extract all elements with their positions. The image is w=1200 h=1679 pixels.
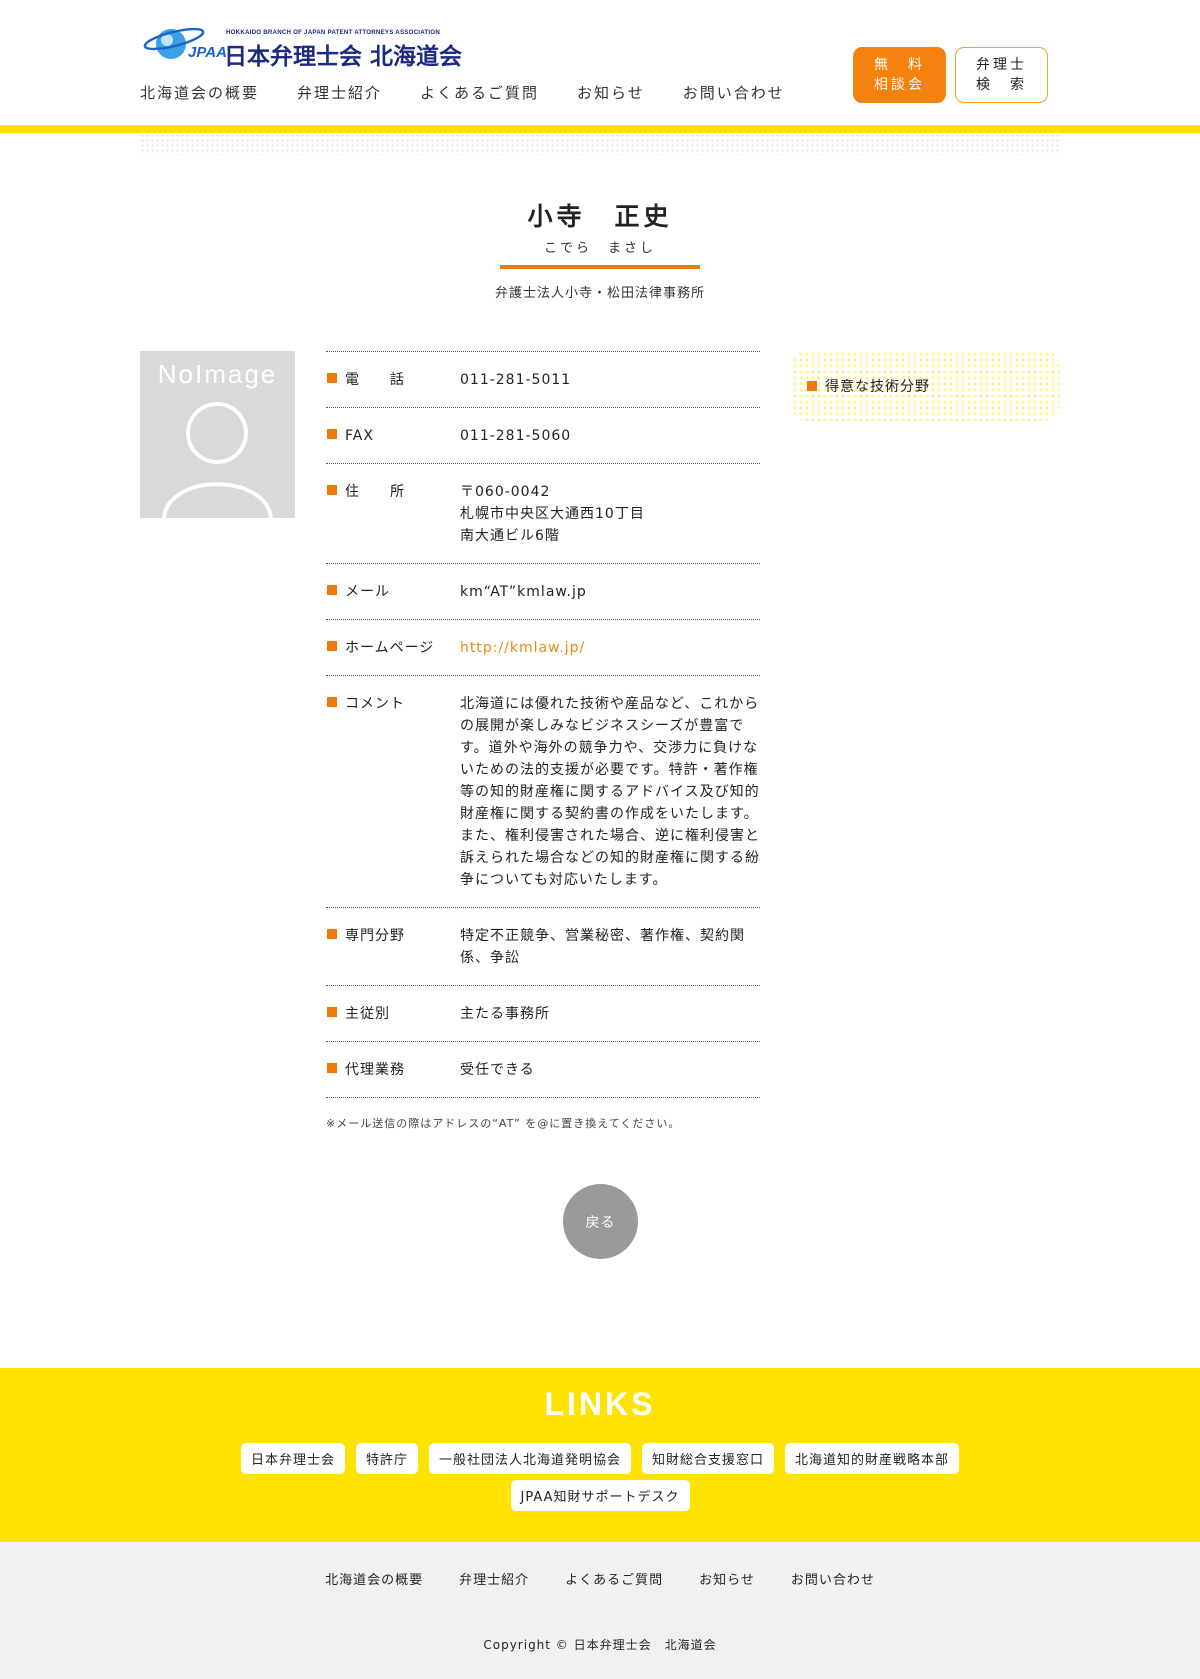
row-phone: 電 話 011-281-5011 [326,352,760,408]
row-homepage: ホームページ http://kmlaw.jp/ [326,620,760,676]
site-header: JPAA HOKKAIDO BRANCH OF JAPAN PATENT ATT… [0,0,1200,127]
row-office-type: 主従別 主たる事務所 [326,986,760,1042]
row-label-phone: 電 話 [345,372,405,388]
row-label-office-type: 主従別 [345,1006,390,1022]
row-fax: FAX 011-281-5060 [326,408,760,464]
page: JPAA HOKKAIDO BRANCH OF JAPAN PATENT ATT… [0,0,1200,1679]
link-ip-support-center[interactable]: 知財総合支援窓口 [642,1443,775,1474]
nav-contact[interactable]: お問い合わせ [683,82,785,103]
attorney-name: 小寺 正史 [527,202,673,231]
bullet-square-icon [327,929,337,939]
link-jpo[interactable]: 特許庁 [355,1443,418,1474]
logo-english-text: HOKKAIDO BRANCH OF JAPAN PATENT ATTORNEY… [226,29,440,36]
person-placeholder-icon [162,402,273,518]
bullet-square-icon [327,1063,337,1073]
site-logo[interactable]: JPAA HOKKAIDO BRANCH OF JAPAN PATENT ATT… [140,22,470,70]
footer-nav-contact[interactable]: お問い合わせ [791,1569,875,1588]
profile-info-table: 電 話 011-281-5011 FAX 011-281-5060 住 所 〒0… [326,351,760,1098]
dotted-band [140,133,1060,155]
specialty-value: 特定不正競争、営業秘密、著作権、契約関係、争訟 [460,928,745,966]
links-title: LINKS [544,1386,656,1422]
links-row-1: 日本弁理士会 特許庁 一般社団法人北海道発明協会 知財総合支援窓口 北海道知的財… [0,1443,1200,1474]
row-label-fax: FAX [345,428,374,444]
attorney-kana: こでら まさし [543,241,656,256]
footer-nav-news[interactable]: お知らせ [699,1569,755,1588]
row-label-homepage: ホームページ [345,640,435,656]
copyright: Copyright © 日本弁理士会 北海道会 [483,1638,717,1652]
bullet-square-icon [327,485,337,495]
link-jpaa[interactable]: 日本弁理士会 [240,1443,345,1474]
links-row-2: JPAA知財サポートデスク [0,1480,1200,1511]
office-type-value: 主たる事務所 [460,1006,550,1022]
agency-value: 受任できる [460,1062,535,1078]
links-section: LINKS 日本弁理士会 特許庁 一般社団法人北海道発明協会 知財総合支援窓口 … [0,1368,1200,1542]
bullet-square-icon [327,373,337,383]
email-note: ※メール送信の際はアドレスの“AT” を@に置き換えてください。 [326,1117,681,1130]
header-yellow-bar [0,125,1200,133]
title-underline [500,265,700,269]
logo-name-text: 日本弁理士会 北海道会 [224,44,463,70]
email-value: km“AT”kmlaw.jp [460,584,587,600]
technical-field-box: 得意な技術分野 [792,351,1060,421]
row-label-specialty: 専門分野 [345,928,405,944]
technical-field-title: 得意な技術分野 [825,379,930,395]
bullet-square-icon [327,697,337,707]
footer-nav-attorneys[interactable]: 弁理士紹介 [459,1569,529,1588]
footer-nav: 北海道会の概要 弁理士紹介 よくあるご質問 お知らせ お問い合わせ [0,1569,1200,1588]
row-email: メール km“AT”kmlaw.jp [326,564,760,620]
back-button[interactable]: 戻る [563,1184,638,1259]
homepage-link[interactable]: http://kmlaw.jp/ [460,640,585,656]
nav-faq[interactable]: よくあるご質問 [420,82,539,103]
row-label-comment: コメント [345,696,405,712]
link-hokkaido-ip-strategy[interactable]: 北海道知的財産戦略本部 [785,1443,960,1474]
link-jpaa-support-desk[interactable]: JPAA知財サポートデスク [510,1480,690,1511]
row-agency: 代理業務 受任できる [326,1042,760,1098]
nav-news[interactable]: お知らせ [577,82,645,103]
bullet-square-icon [807,381,817,391]
row-comment: コメント 北海道には優れた技術や産品など、これからの展開が楽しみなビジネスシーズ… [326,676,760,908]
bullet-square-icon [327,585,337,595]
row-label-email: メール [345,584,390,600]
row-address: 住 所 〒060-0042 札幌市中央区大通西10丁目 南大通ビル6階 [326,464,760,564]
row-specialty: 専門分野 特定不正競争、営業秘密、著作権、契約関係、争訟 [326,908,760,986]
free-consultation-button[interactable]: 無 料 相談会 [853,47,946,103]
logo-jpaa-text: JPAA [188,44,227,61]
main-nav: 北海道会の概要 弁理士紹介 よくあるご質問 お知らせ お問い合わせ [140,82,823,103]
attorney-search-button[interactable]: 弁理士 検 索 [955,47,1048,103]
office-name: 弁護士法人小寺・松田法律事務所 [494,286,705,301]
phone-value: 011-281-5011 [460,372,572,388]
comment-value: 北海道には優れた技術や産品など、これからの展開が楽しみなビジネスシーズが豊富です… [460,696,760,888]
bullet-square-icon [327,429,337,439]
nav-about[interactable]: 北海道会の概要 [140,82,259,103]
footer-nav-faq[interactable]: よくあるご質問 [565,1569,663,1588]
address-value: 〒060-0042 札幌市中央区大通西10丁目 南大通ビル6階 [460,484,645,544]
bullet-square-icon [327,1007,337,1017]
footer-nav-about[interactable]: 北海道会の概要 [325,1569,423,1588]
row-label-agency: 代理業務 [345,1062,405,1078]
nav-attorneys[interactable]: 弁理士紹介 [297,82,382,103]
bullet-square-icon [327,641,337,651]
site-footer: 北海道会の概要 弁理士紹介 よくあるご質問 お知らせ お問い合わせ Copyri… [0,1542,1200,1679]
fax-value: 011-281-5060 [460,428,572,444]
link-hokkaido-invention[interactable]: 一般社団法人北海道発明協会 [428,1443,631,1474]
row-label-address: 住 所 [345,484,405,500]
profile-photo: NoImage [140,351,295,518]
